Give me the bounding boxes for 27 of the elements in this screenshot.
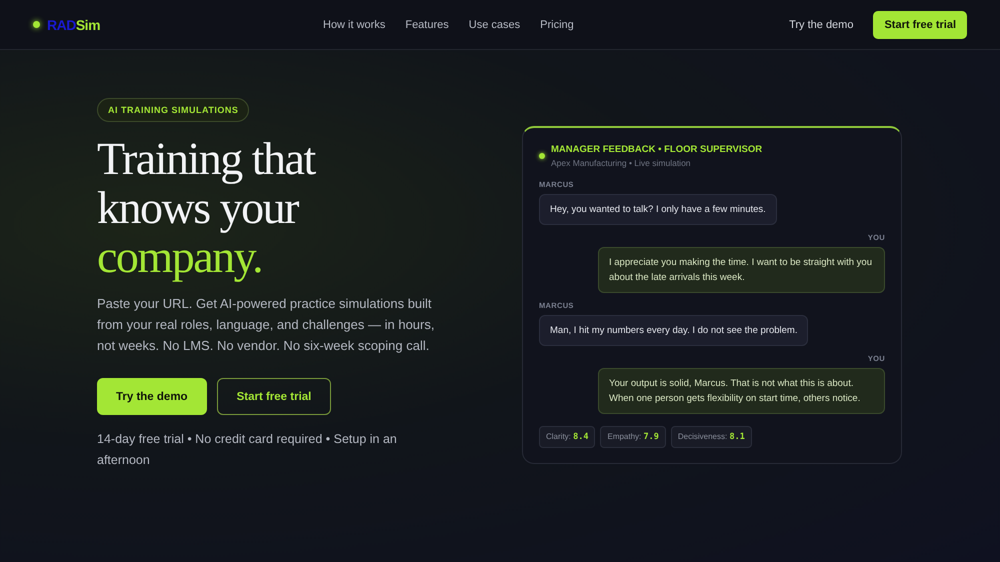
trial-note: 14-day free trial • No credit card required • Setup in an afternoon bbox=[97, 431, 397, 469]
message-bubble: Your output is solid, Marcus. That is not what this is about. When one person gets flexibility on start time, others notice. bbox=[598, 368, 885, 414]
nav-link[interactable]: How it works bbox=[323, 18, 386, 30]
logo-dot-icon bbox=[33, 21, 40, 28]
score-value: 8.4 bbox=[573, 432, 588, 442]
description: Paste your URL. Get AI-powered practice simulations built from your real roles, language, and challenges — in hours, not weeks. No LMS. No vendor. No six-week scoping call. bbox=[97, 295, 436, 355]
score-label: Clarity: bbox=[546, 432, 571, 441]
simulation-title: MANAGER FEEDBACK • FLOOR SUPERVISOR bbox=[551, 144, 762, 155]
nav-link[interactable]: Pricing bbox=[540, 18, 574, 30]
headline: Training that knows your company. bbox=[97, 134, 316, 281]
category-badge: AI TRAINING SIMULATIONS bbox=[97, 98, 250, 122]
simulation-subtitle: Apex Manufacturing • Live simulation bbox=[551, 158, 692, 168]
try-demo-button[interactable]: Try the demo bbox=[97, 378, 207, 415]
nav-link[interactable]: Use cases bbox=[468, 18, 520, 30]
message-bubble: Man, I hit my numbers every day. I do not see the problem. bbox=[539, 315, 808, 346]
message-bubble: I appreciate you making the time. I want to be straight with you about the late arrivals this week. bbox=[598, 247, 885, 293]
logo[interactable]: RADSim bbox=[47, 16, 100, 32]
message-bubble: Hey, you wanted to talk? I only have a few minutes. bbox=[539, 194, 777, 225]
score-value: 8.1 bbox=[729, 432, 745, 442]
live-dot-icon bbox=[539, 153, 545, 159]
score-label: Decisiveness: bbox=[678, 432, 728, 441]
score-value: 7.9 bbox=[644, 432, 659, 442]
score-label: Empathy: bbox=[607, 432, 642, 441]
nav-link[interactable]: Features bbox=[405, 18, 449, 30]
start-trial-button[interactable]: Start free trial bbox=[873, 10, 967, 38]
try-demo-link[interactable]: Try the demo bbox=[789, 18, 854, 30]
start-trial-button[interactable]: Start free trial bbox=[216, 378, 332, 415]
